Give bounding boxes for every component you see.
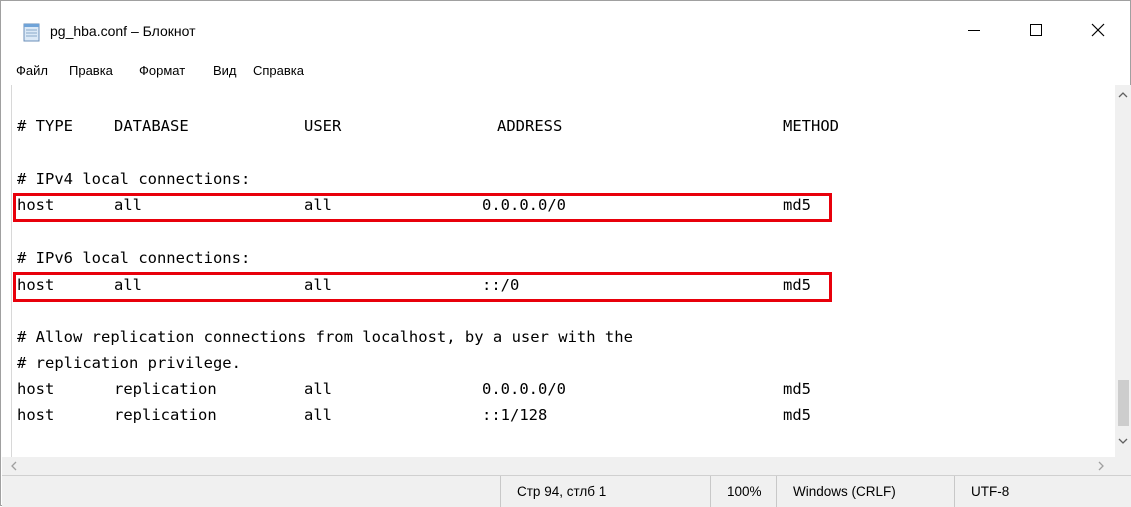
- minimize-icon: [968, 30, 980, 31]
- repl1-type: host: [17, 380, 55, 398]
- scroll-up-icon[interactable]: [1118, 91, 1128, 99]
- repl2-user: all: [304, 406, 332, 424]
- zoom-level: 100%: [710, 476, 776, 507]
- repl2-address: ::1/128: [482, 406, 548, 424]
- text-editor[interactable]: # TYPE DATABASE USER ADDRESS METHOD # IP…: [11, 85, 1116, 457]
- title-bar: pg_hba.conf – Блокнот: [1, 1, 1130, 59]
- vertical-scrollbar[interactable]: [1115, 85, 1131, 457]
- repl2-database: replication: [114, 406, 217, 424]
- header-user: USER: [304, 117, 342, 135]
- replication-comment-1: # Allow replication connections from loc…: [17, 328, 633, 346]
- repl2-type: host: [17, 406, 55, 424]
- ipv6-comment: # IPv6 local connections:: [17, 249, 251, 267]
- horizontal-scrollbar[interactable]: [2, 457, 1131, 475]
- scroll-left-icon[interactable]: [10, 461, 18, 471]
- header-address: ADDRESS: [497, 117, 563, 135]
- maximize-button[interactable]: [1005, 1, 1067, 59]
- ipv4-highlight-box: [13, 193, 832, 222]
- header-database: DATABASE: [114, 117, 189, 135]
- encoding: UTF-8: [954, 476, 1131, 507]
- header-method: METHOD: [783, 117, 839, 135]
- notepad-icon: [23, 23, 40, 42]
- header-type: # TYPE: [17, 117, 73, 135]
- menu-file[interactable]: Файл: [16, 63, 48, 78]
- header-line: # TYPE DATABASE USER ADDRESS METHOD: [17, 113, 839, 139]
- menu-help[interactable]: Справка: [253, 63, 304, 78]
- repl1-address: 0.0.0.0/0: [482, 380, 566, 398]
- repl1-user: all: [304, 380, 332, 398]
- replication-comment-2: # replication privilege.: [17, 354, 241, 372]
- ipv4-comment: # IPv4 local connections:: [17, 170, 251, 188]
- scroll-down-icon[interactable]: [1118, 437, 1128, 445]
- line-endings: Windows (CRLF): [776, 476, 954, 507]
- window-title: pg_hba.conf – Блокнот: [50, 23, 196, 39]
- maximize-icon: [1030, 24, 1042, 36]
- menu-view[interactable]: Вид: [213, 63, 237, 78]
- repl1-method: md5: [783, 380, 811, 398]
- menu-bar: Файл Правка Формат Вид Справка: [1, 59, 1130, 85]
- minimize-button[interactable]: [943, 1, 1005, 59]
- scroll-right-icon[interactable]: [1097, 461, 1105, 471]
- cursor-position: Стр 94, стлб 1: [500, 476, 710, 507]
- close-button[interactable]: [1067, 1, 1129, 59]
- replication-row-2: host replication all ::1/128 md5: [17, 402, 811, 428]
- vertical-scroll-thumb[interactable]: [1118, 380, 1129, 426]
- menu-format[interactable]: Формат: [139, 63, 185, 78]
- status-bar: Стр 94, стлб 1 100% Windows (CRLF) UTF-8: [2, 475, 1131, 507]
- notepad-window: pg_hba.conf – Блокнот Файл Правка Формат…: [0, 0, 1131, 507]
- menu-edit[interactable]: Правка: [69, 63, 113, 78]
- repl2-method: md5: [783, 406, 811, 424]
- close-icon: [1091, 23, 1105, 37]
- replication-row-1: host replication all 0.0.0.0/0 md5: [17, 376, 811, 402]
- ipv6-highlight-box: [13, 272, 832, 302]
- repl1-database: replication: [114, 380, 217, 398]
